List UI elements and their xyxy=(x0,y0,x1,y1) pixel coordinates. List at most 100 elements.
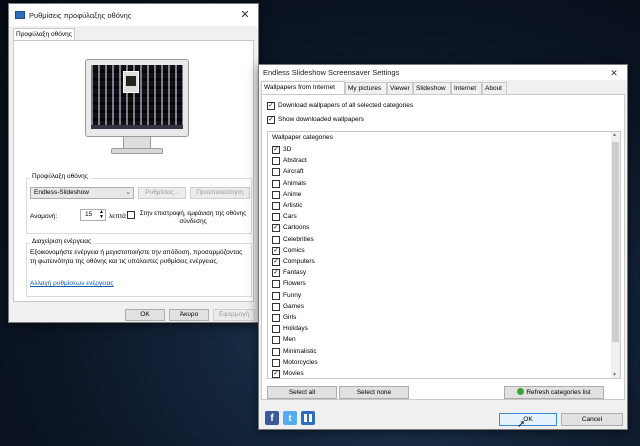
title-bar: Endless Slideshow Screensaver Settings ✕ xyxy=(259,65,627,80)
categories-header: Wallpaper categories xyxy=(272,134,333,141)
resume-checkbox[interactable] xyxy=(127,211,135,219)
category-checkbox[interactable] xyxy=(272,168,280,177)
ok-button[interactable]: OK xyxy=(125,309,165,321)
screensaver-settings-window: Ρυθμίσεις προφύλαξης οθόνης ✕ Προφύλαξη … xyxy=(8,3,259,323)
category-label: Aircraft xyxy=(283,168,304,176)
category-label: Minimalistic xyxy=(283,347,317,355)
scrollbar-track[interactable]: ▲ ▼ xyxy=(611,132,620,378)
select-all-button[interactable]: Select all xyxy=(267,386,337,399)
title-bar: Ρυθμίσεις προφύλαξης οθόνης ✕ xyxy=(9,4,258,26)
category-label: Animals xyxy=(283,179,307,187)
resume-checkbox-label: Στην επιστροφή, εμφάνιση της οθόνης σύνδ… xyxy=(139,210,247,225)
category-checkbox[interactable] xyxy=(272,347,280,356)
screensaver-select-value: Endless-Slideshow xyxy=(34,189,89,196)
windows-live-icon[interactable] xyxy=(301,411,315,425)
categories-list[interactable]: Wallpaper categories ✓ 3D Abstract Aircraft… xyxy=(267,131,621,379)
facebook-icon[interactable]: f xyxy=(265,411,279,425)
category-checkbox[interactable] xyxy=(272,358,280,367)
cancel-button[interactable]: Άκυρο xyxy=(169,309,209,321)
category-checkbox[interactable]: ✓ xyxy=(272,246,280,255)
category-checkbox[interactable] xyxy=(272,325,280,334)
power-description: Εξοικονομήστε ενέργεια ή μεγιστοποιήστε … xyxy=(30,249,243,265)
tab-panel: Προφύλαξη οθόνης Endless-Slideshow ⌄ Ρυθ… xyxy=(13,40,254,302)
close-icon[interactable]: ✕ xyxy=(607,66,621,80)
preview-window-inner xyxy=(126,76,136,86)
monitor-screen xyxy=(91,65,183,129)
tab-wallpapers-from-internet[interactable]: Wallpapers from Internet xyxy=(261,81,345,94)
tab-viewer[interactable]: Viewer xyxy=(387,82,413,94)
twitter-icon[interactable]: t xyxy=(283,411,297,425)
category-label: Artistic xyxy=(283,202,303,209)
apply-button[interactable]: Εφαρμογή xyxy=(213,309,255,321)
tab-panel: ✓ Download wallpapers of all selected ca… xyxy=(261,94,625,400)
scroll-up-icon[interactable]: ▲ xyxy=(612,132,617,138)
category-checkbox[interactable] xyxy=(272,336,280,345)
category-label: Movies xyxy=(283,370,304,377)
category-label: 3D xyxy=(283,146,292,153)
refresh-categories-button[interactable]: Refresh categories list xyxy=(504,386,604,399)
category-checkbox[interactable] xyxy=(272,314,280,322)
category-checkbox[interactable] xyxy=(272,280,280,289)
screensaver-select[interactable]: Endless-Slideshow ⌄ xyxy=(30,187,134,199)
screensaver-group-label: Προφύλαξη οθόνης xyxy=(30,173,90,180)
category-checkbox[interactable] xyxy=(272,179,280,188)
category-checkbox[interactable] xyxy=(272,202,280,210)
category-checkbox[interactable] xyxy=(272,235,280,244)
monitor-base xyxy=(111,148,163,154)
chevron-down-icon: ⌄ xyxy=(125,189,131,196)
mouse-cursor-icon: ➚ xyxy=(517,419,526,430)
category-label: Cars xyxy=(283,213,297,221)
spinner-down-icon[interactable]: ▼ xyxy=(99,214,104,220)
preview-taskbar xyxy=(91,125,183,129)
window-title: Ρυθμίσεις προφύλαξης οθόνης xyxy=(29,10,132,20)
category-label: Comics xyxy=(283,246,305,254)
category-checkbox[interactable] xyxy=(272,213,280,222)
refresh-label: Refresh categories list xyxy=(526,389,591,396)
show-downloaded-checkbox[interactable]: ✓ xyxy=(267,116,275,124)
cancel-button[interactable]: Cancel xyxy=(561,413,623,426)
ok-button[interactable]: OK xyxy=(499,413,557,426)
power-group-label: Διαχείριση ενέργειας xyxy=(30,238,94,245)
wait-unit: λεπτά xyxy=(109,213,126,220)
tab-about[interactable]: About xyxy=(482,82,507,94)
category-checkbox[interactable] xyxy=(272,190,280,199)
tab-my-pictures[interactable]: My pictures xyxy=(345,82,387,94)
tab-internet[interactable]: Internet xyxy=(451,82,482,94)
category-label: Holidays xyxy=(283,325,308,333)
category-checkbox[interactable] xyxy=(272,302,280,311)
category-label: Flowers xyxy=(283,280,306,288)
download-all-label: Download wallpapers of all selected cate… xyxy=(278,102,414,109)
category-label: Motorcycles xyxy=(283,358,318,366)
scroll-down-icon[interactable]: ▼ xyxy=(612,372,617,378)
category-label: Abstract xyxy=(283,157,307,165)
screensaver-settings-button[interactable]: Ρυθμίσεις... xyxy=(138,187,186,199)
category-label: Games xyxy=(283,302,304,310)
scrollbar-thumb[interactable] xyxy=(612,142,619,342)
slideshow-settings-window: Endless Slideshow Screensaver Settings ✕… xyxy=(258,64,628,430)
category-rows: ✓ 3D Abstract Aircraft Animals Anime Artistic C… xyxy=(272,145,608,378)
power-settings-link[interactable]: Αλλαγή ρυθμίσεων ενέργειας xyxy=(30,280,114,287)
category-label: Men xyxy=(283,336,296,344)
window-title: Endless Slideshow Screensaver Settings xyxy=(263,68,400,77)
download-all-checkbox[interactable]: ✓ xyxy=(267,102,275,110)
category-checkbox[interactable] xyxy=(272,157,280,166)
preview-button[interactable]: Προεπισκόπηση xyxy=(190,187,250,199)
show-downloaded-label: Show downloaded wallpapers xyxy=(278,116,365,123)
category-checkbox[interactable]: ✓ xyxy=(272,224,280,233)
close-icon[interactable]: ✕ xyxy=(238,8,252,22)
wait-spinner[interactable]: 15 ▲ ▼ xyxy=(80,209,106,221)
category-checkbox[interactable] xyxy=(272,291,280,300)
tab-slideshow[interactable]: Slideshow xyxy=(413,82,451,94)
select-none-button[interactable]: Select none xyxy=(339,386,409,399)
category-label: Computers xyxy=(283,258,315,265)
wait-value: 15 xyxy=(85,211,93,218)
screensaver-app-icon xyxy=(15,11,25,19)
category-label: Funny xyxy=(283,291,302,299)
category-checkbox[interactable]: ✓ xyxy=(272,146,280,154)
category-label: Anime xyxy=(283,190,302,198)
category-checkbox[interactable]: ✓ xyxy=(272,269,280,278)
category-label: Cartoons xyxy=(283,224,310,232)
category-checkbox[interactable]: ✓ xyxy=(272,258,280,266)
category-checkbox[interactable]: ✓ xyxy=(272,370,280,378)
monitor-preview xyxy=(85,59,189,157)
